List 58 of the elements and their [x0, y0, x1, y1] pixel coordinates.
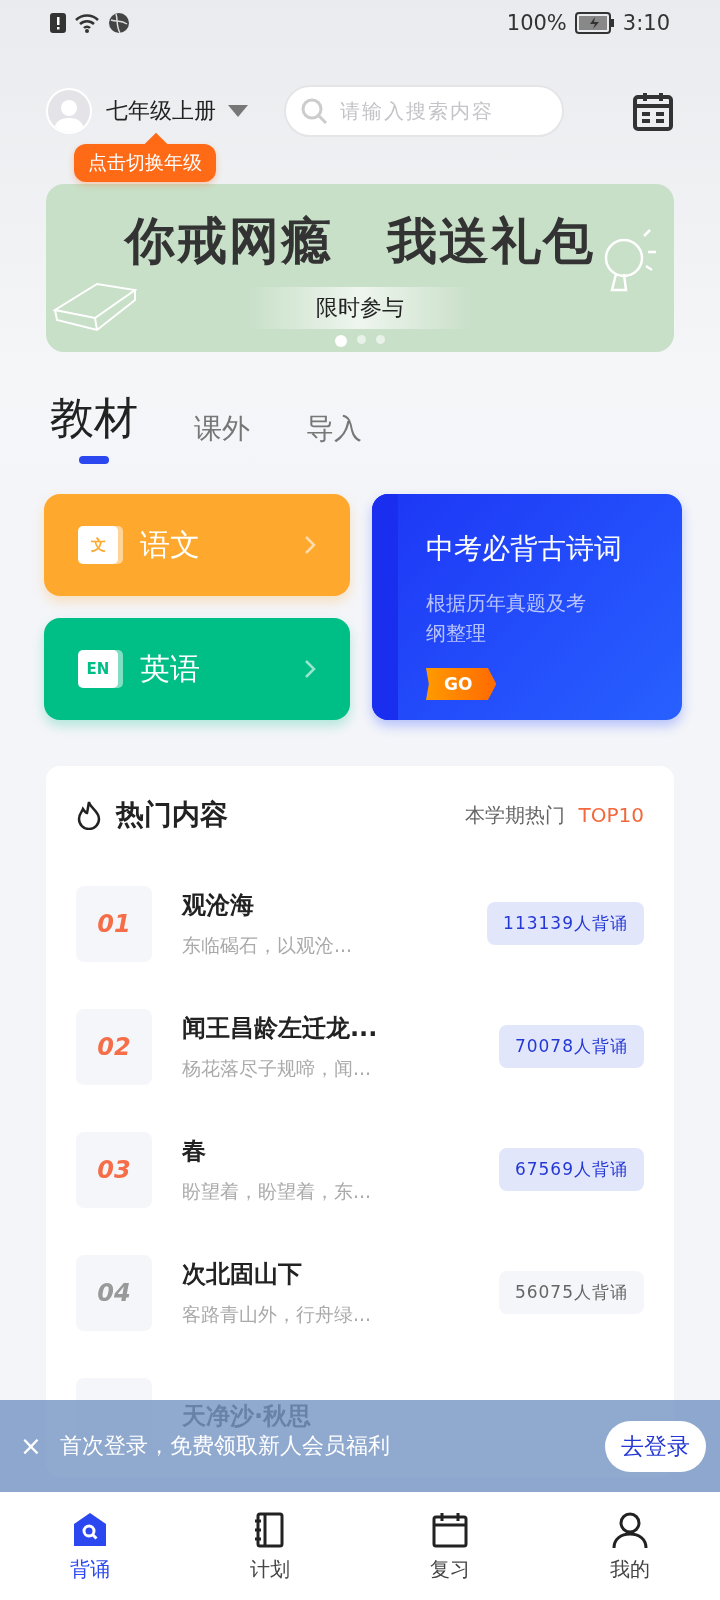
recite-count: 113139人背诵: [487, 902, 644, 945]
subject-name: 语文: [140, 525, 201, 564]
grade-tooltip: 点击切换年级: [74, 144, 216, 182]
promo-banner[interactable]: 你戒网瘾 我送礼包 限时参与: [46, 184, 674, 352]
poem-excerpt: 东临碣石，以观沧...: [182, 932, 354, 958]
category-tab[interactable]: 教材: [50, 389, 138, 464]
calendar-icon[interactable]: [632, 90, 674, 132]
subject-icon: 文: [78, 526, 118, 564]
poem-title[interactable]: 次北固山下: [182, 1257, 499, 1290]
battery-icon: [574, 12, 615, 34]
carousel-dot[interactable]: [357, 335, 366, 344]
poem-title[interactable]: 闻王昌龄左迁龙...: [182, 1011, 499, 1044]
poetry-title: 中考必背古诗词: [426, 531, 623, 567]
poem-title[interactable]: 观沧海: [182, 888, 488, 921]
recite-count: 67569人背诵: [498, 1148, 644, 1191]
alert-icon: [50, 13, 66, 33]
recite-count: 56075人背诵: [498, 1271, 644, 1314]
login-button[interactable]: 去登录: [605, 1420, 706, 1472]
banner-headline: 我送礼包: [387, 211, 595, 272]
search-icon: [300, 97, 328, 125]
poem-excerpt: 杨花落尽子规啼，闻...: [182, 1055, 373, 1081]
poem-excerpt: 盼望着，盼望着，东...: [182, 1178, 373, 1204]
poetry-subtitle: 根据历年真题及考纲整理: [426, 590, 587, 647]
rank-number: 04: [76, 1254, 152, 1331]
flame-icon: [76, 800, 102, 830]
caret-icon: [228, 105, 248, 117]
poetry-card[interactable]: 中考必背古诗词 根据历年真题及考纲整理 GO: [372, 494, 682, 720]
category-tab[interactable]: 课外: [194, 410, 250, 464]
subject-icon: EN: [78, 650, 118, 688]
nav-tab[interactable]: 我的: [540, 1492, 720, 1600]
chevron-icon: [304, 535, 316, 555]
battery-percent: 100%: [506, 11, 567, 35]
carousel-dot[interactable]: [376, 335, 385, 344]
search-bar[interactable]: 请输入搜索内容: [284, 85, 564, 137]
globe-icon: [108, 12, 130, 34]
recite-count: 70078人背诵: [498, 1025, 644, 1068]
subject-name: 英语: [140, 649, 201, 688]
nav-tab[interactable]: 背诵: [0, 1492, 180, 1600]
poem-title[interactable]: 春: [182, 1134, 499, 1167]
clock-time: 3:10: [622, 11, 670, 35]
poem-excerpt: 客路青山外，行舟绿...: [182, 1301, 373, 1327]
banner-headline: 你戒网瘾: [125, 211, 333, 272]
carousel-dot[interactable]: [335, 335, 347, 347]
top-label: TOP10: [578, 803, 644, 827]
nav-tab[interactable]: 复习: [360, 1492, 540, 1600]
nav-tab[interactable]: 计划: [180, 1492, 360, 1600]
grade-selector[interactable]: 七年级上册: [106, 96, 248, 126]
rank-number: 02: [76, 1008, 152, 1085]
login-prompt-text: 首次登录，免费领取新人会员福利: [59, 1432, 391, 1460]
category-tab[interactable]: 导入: [306, 410, 362, 464]
rank-number: 01: [76, 885, 152, 962]
section-title: 热门内容: [116, 797, 229, 833]
rank-number: 03: [76, 1131, 152, 1208]
wifi-icon: [74, 13, 100, 33]
search-field[interactable]: 请输入搜索内容: [338, 98, 538, 124]
term-label: 本学期热门: [464, 801, 565, 829]
chevron-icon: [304, 659, 316, 679]
avatar[interactable]: [46, 88, 92, 134]
